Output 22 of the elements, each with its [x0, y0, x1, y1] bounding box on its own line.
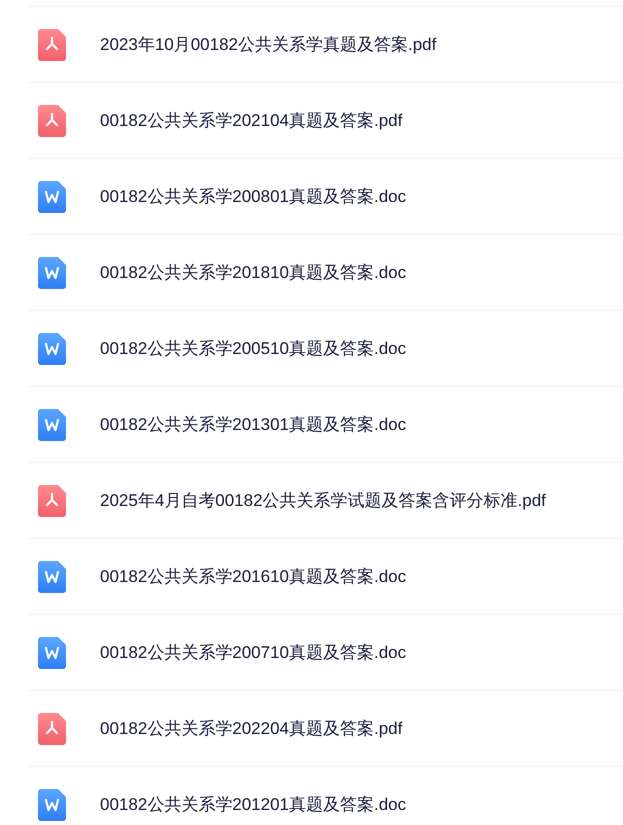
file-name[interactable]: 00182公共关系学201810真题及答案.doc	[100, 260, 406, 286]
file-name[interactable]: 00182公共关系学200801真题及答案.doc	[100, 184, 406, 210]
file-name[interactable]: 00182公共关系学202104真题及答案.pdf	[100, 108, 402, 134]
word-file-icon	[38, 256, 66, 288]
word-file-icon	[38, 408, 66, 440]
pdf-file-icon	[38, 712, 66, 744]
file-name[interactable]: 00182公共关系学201201真题及答案.doc	[100, 792, 406, 818]
word-file-icon	[38, 180, 66, 212]
pdf-file-icon	[38, 28, 66, 60]
file-name[interactable]: 00182公共关系学202204真题及答案.pdf	[100, 716, 402, 742]
word-file-icon	[38, 332, 66, 364]
file-name[interactable]: 00182公共关系学200510真题及答案.doc	[100, 336, 406, 362]
word-file-icon	[38, 788, 66, 820]
file-name[interactable]: 00182公共关系学201301真题及答案.doc	[100, 412, 406, 438]
file-name[interactable]: 2023年10月00182公共关系学真题及答案.pdf	[100, 32, 436, 58]
file-name[interactable]: 2025年4月自考00182公共关系学试题及答案含评分标准.pdf	[100, 488, 546, 514]
file-name[interactable]: 00182公共关系学201610真题及答案.doc	[100, 564, 406, 590]
pdf-file-icon	[38, 104, 66, 136]
word-file-icon	[38, 560, 66, 592]
file-name[interactable]: 00182公共关系学200710真题及答案.doc	[100, 640, 406, 666]
pdf-file-icon	[38, 484, 66, 516]
word-file-icon	[38, 636, 66, 668]
